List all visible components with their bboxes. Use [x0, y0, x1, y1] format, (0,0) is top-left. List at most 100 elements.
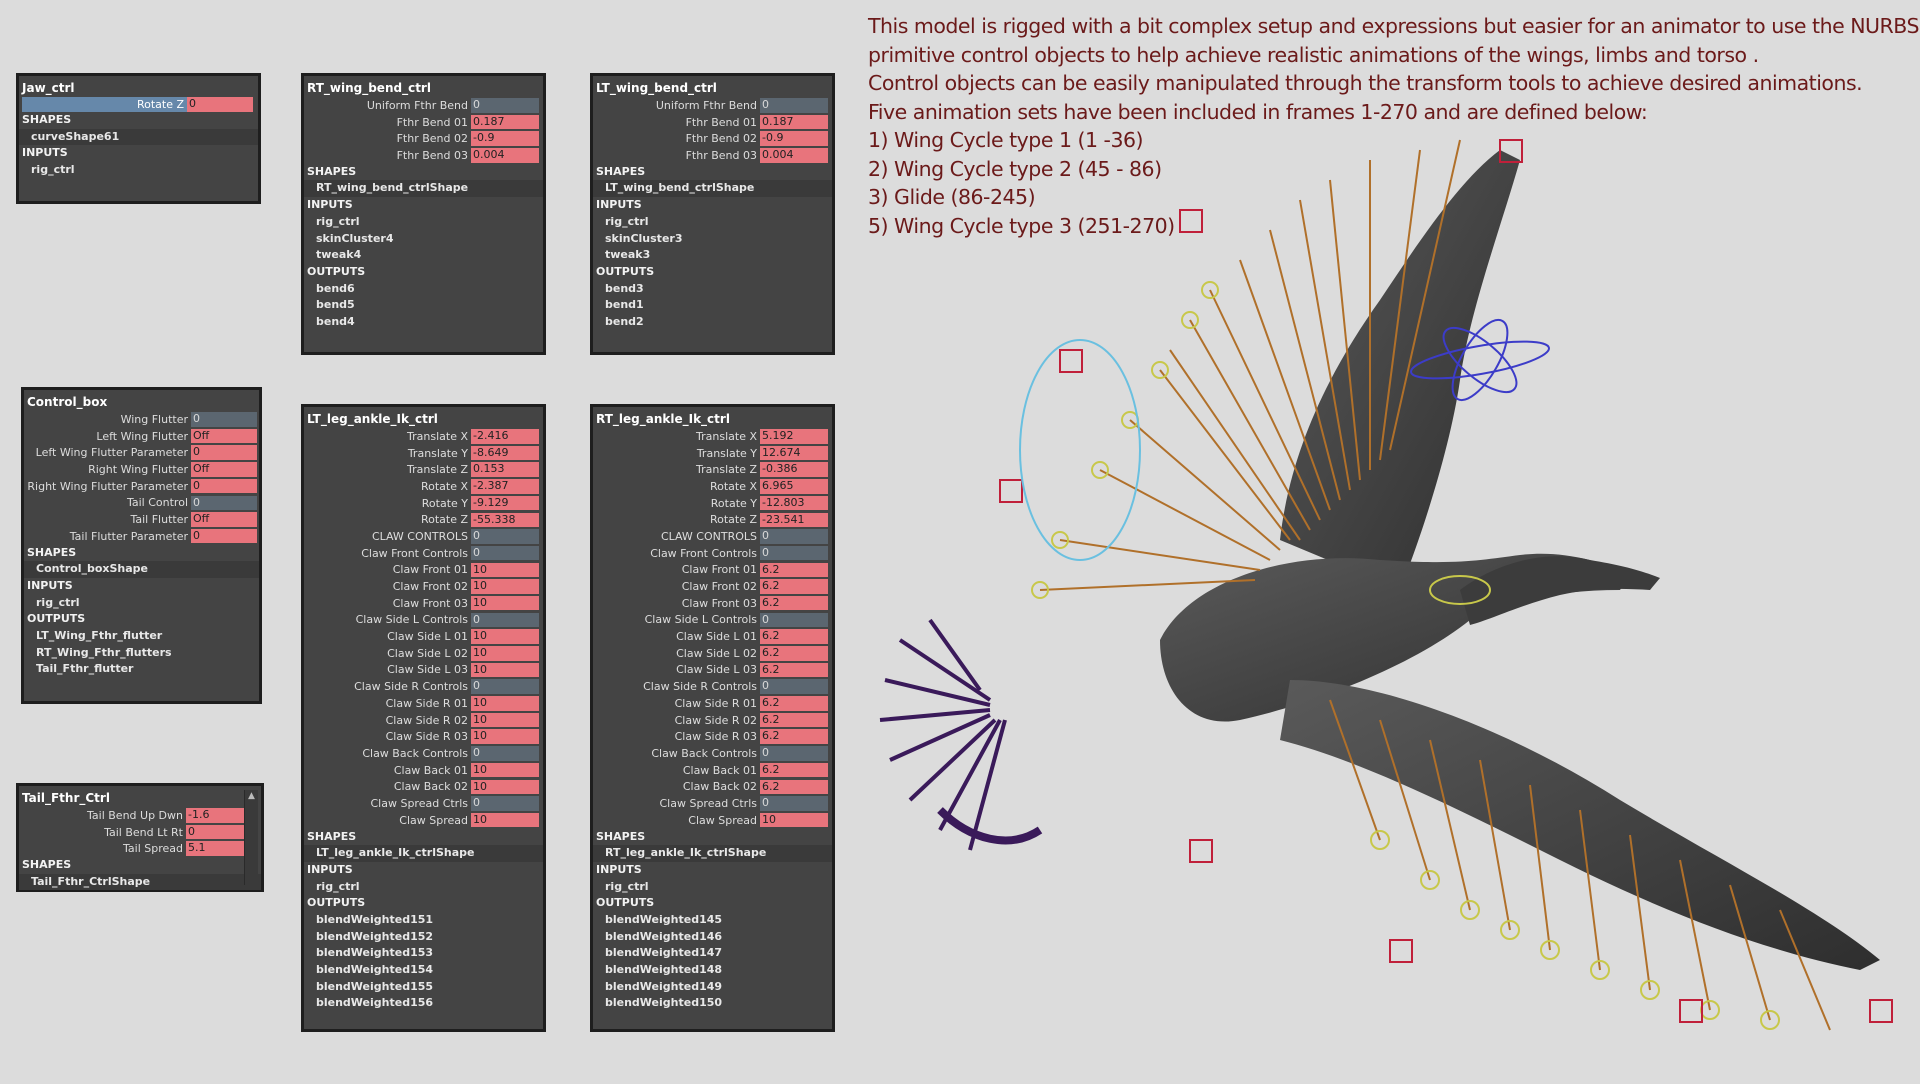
- channel-value-field[interactable]: 6.2: [760, 629, 828, 644]
- channel-label[interactable]: Claw Side R 03: [593, 730, 760, 743]
- channel-row-wing-flutter[interactable]: Wing Flutter 0: [24, 411, 259, 428]
- channel-row-claw-back-controls[interactable]: Claw Back Controls 0: [593, 745, 832, 762]
- channel-label[interactable]: Tail Flutter Parameter: [24, 530, 191, 543]
- channel-value-field[interactable]: 10: [471, 696, 539, 711]
- channel-row-claw-back-01[interactable]: Claw Back 01 10: [304, 762, 543, 779]
- channel-row-claw-front-01[interactable]: Claw Front 01 10: [304, 562, 543, 579]
- outputs-node-item[interactable]: Tail_Fthr_flutter: [24, 661, 259, 678]
- channel-label[interactable]: Translate Y: [593, 447, 760, 460]
- channel-label[interactable]: Wing Flutter: [24, 413, 191, 426]
- outputs-node-item[interactable]: LT_Wing_Fthr_flutter: [24, 628, 259, 645]
- channel-value-field[interactable]: 10: [471, 595, 539, 611]
- channel-row-claw-front-controls[interactable]: Claw Front Controls 0: [304, 545, 543, 562]
- channel-value-field[interactable]: 0.004: [471, 148, 539, 163]
- channel-value-field[interactable]: 6.2: [760, 646, 828, 661]
- channel-row-claw-side-r-02[interactable]: Claw Side R 02 10: [304, 712, 543, 729]
- channel-row-claw-side-l-02[interactable]: Claw Side L 02 10: [304, 645, 543, 662]
- channel-row-tail-flutter-parameter[interactable]: Tail Flutter Parameter 0: [24, 528, 259, 545]
- channel-label[interactable]: CLAW CONTROLS: [304, 530, 471, 543]
- channel-label[interactable]: CLAW CONTROLS: [593, 530, 760, 543]
- channel-row-claw-spread[interactable]: Claw Spread 10: [304, 812, 543, 829]
- inputs-node-item[interactable]: rig_ctrl: [304, 879, 543, 896]
- channel-value-field[interactable]: 0: [471, 612, 539, 628]
- outputs-node-item[interactable]: blendWeighted152: [304, 929, 543, 946]
- channel-row-claw-spread-ctrls[interactable]: Claw Spread Ctrls 0: [593, 795, 832, 812]
- channel-label[interactable]: Translate Z: [593, 463, 760, 476]
- channel-label[interactable]: Fthr Bend 02: [304, 132, 471, 145]
- inputs-node-item[interactable]: rig_ctrl: [593, 879, 832, 896]
- channel-label[interactable]: Claw Side R 01: [593, 697, 760, 710]
- outputs-node-item[interactable]: bend4: [304, 314, 543, 331]
- panel-title[interactable]: Tail_Fthr_Ctrl: [19, 790, 261, 807]
- channel-row-claw-front-02[interactable]: Claw Front 02 6.2: [593, 578, 832, 595]
- channel-label[interactable]: Claw Spread Ctrls: [304, 797, 471, 810]
- outputs-node-item[interactable]: bend5: [304, 297, 543, 314]
- channel-row-claw-back-02[interactable]: Claw Back 02 10: [304, 778, 543, 795]
- outputs-node-item[interactable]: blendWeighted156: [304, 995, 543, 1012]
- channel-label[interactable]: Tail Bend Up Dwn: [19, 809, 186, 822]
- channel-label[interactable]: Claw Front 02: [593, 580, 760, 593]
- channel-label[interactable]: Claw Front 02: [304, 580, 471, 593]
- channel-row-right-wing-flutter[interactable]: Right Wing Flutter Off: [24, 461, 259, 478]
- channel-label[interactable]: Right Wing Flutter: [24, 463, 191, 476]
- outputs-node-item[interactable]: blendWeighted149: [593, 979, 832, 996]
- channel-row-claw-side-r-controls[interactable]: Claw Side R Controls 0: [304, 678, 543, 695]
- channel-row-tail-flutter[interactable]: Tail Flutter Off: [24, 511, 259, 528]
- channel-value-field[interactable]: 0: [471, 746, 539, 761]
- channel-row-translate-y[interactable]: Translate Y -8.649: [304, 445, 543, 462]
- channel-row-left-wing-flutter[interactable]: Left Wing Flutter Off: [24, 428, 259, 445]
- channel-row-rotate-z[interactable]: Rotate Z -55.338: [304, 511, 543, 528]
- channel-value-field[interactable]: 0: [760, 746, 828, 761]
- channel-value-field[interactable]: -8.649: [471, 445, 539, 461]
- channel-label[interactable]: Rotate X: [593, 480, 760, 493]
- outputs-node-item[interactable]: bend6: [304, 281, 543, 298]
- channel-row-claw-side-l-controls[interactable]: Claw Side L Controls 0: [304, 612, 543, 629]
- channel-value-field[interactable]: 0.187: [471, 114, 539, 130]
- shapes-node-item[interactable]: LT_wing_bend_ctrlShape: [593, 180, 832, 198]
- channel-row-fthr-bend-02[interactable]: Fthr Bend 02 -0.9: [304, 130, 543, 147]
- channel-value-field[interactable]: 0: [760, 612, 828, 628]
- inputs-node-item[interactable]: skinCluster4: [304, 231, 543, 248]
- channel-value-field[interactable]: 6.965: [760, 479, 828, 494]
- channel-row-rotate-y[interactable]: Rotate Y -9.129: [304, 495, 543, 512]
- channel-row-rotate-y[interactable]: Rotate Y -12.803: [593, 495, 832, 512]
- channel-row-claw-back-02[interactable]: Claw Back 02 6.2: [593, 778, 832, 795]
- channel-label[interactable]: Translate Y: [304, 447, 471, 460]
- channel-value-field[interactable]: 10: [471, 762, 539, 778]
- channel-value-field[interactable]: 0: [760, 796, 828, 811]
- channel-label[interactable]: Fthr Bend 01: [593, 116, 760, 129]
- channel-value-field[interactable]: 0: [191, 412, 257, 427]
- channel-value-field[interactable]: 6.2: [760, 779, 828, 795]
- channel-label[interactable]: Claw Side L 02: [304, 647, 471, 660]
- channel-row-claw-side-r-03[interactable]: Claw Side R 03 10: [304, 728, 543, 745]
- channel-value-field[interactable]: 10: [471, 712, 539, 728]
- channel-value-field[interactable]: -12.803: [760, 495, 828, 511]
- panel-title[interactable]: LT_wing_bend_ctrl: [593, 80, 832, 97]
- channel-label[interactable]: Translate X: [593, 430, 760, 443]
- channel-label[interactable]: Claw Side L 03: [593, 663, 760, 676]
- channel-value-field[interactable]: 0: [471, 796, 539, 811]
- channel-label[interactable]: Claw Front 03: [304, 597, 471, 610]
- channel-value-field[interactable]: 6.2: [760, 595, 828, 611]
- outputs-node-item[interactable]: blendWeighted154: [304, 962, 543, 979]
- channel-row-claw-side-r-03[interactable]: Claw Side R 03 6.2: [593, 728, 832, 745]
- channel-label[interactable]: Claw Side R Controls: [593, 680, 760, 693]
- channel-label[interactable]: Claw Side R 02: [304, 714, 471, 727]
- outputs-node-item[interactable]: blendWeighted148: [593, 962, 832, 979]
- channel-row-claw-front-03[interactable]: Claw Front 03 10: [304, 595, 543, 612]
- channel-value-field[interactable]: 0: [471, 545, 539, 561]
- channel-label[interactable]: Rotate X: [304, 480, 471, 493]
- channel-row-uniform-fthr-bend[interactable]: Uniform Fthr Bend 0: [593, 97, 832, 114]
- shapes-node-item[interactable]: Tail_Fthr_CtrlShape: [19, 873, 261, 891]
- outputs-node-item[interactable]: bend2: [593, 314, 832, 331]
- channel-label[interactable]: Translate Z: [304, 463, 471, 476]
- channel-value-field[interactable]: 10: [471, 646, 539, 661]
- channel-value-field[interactable]: Off: [191, 512, 257, 527]
- channel-value-field[interactable]: 0: [471, 98, 539, 113]
- outputs-node-item[interactable]: bend1: [593, 297, 832, 314]
- channel-value-field[interactable]: -1.6: [186, 808, 252, 823]
- 3d-viewport[interactable]: [860, 120, 1920, 1080]
- channel-value-field[interactable]: 0.004: [760, 148, 828, 163]
- channel-label[interactable]: Fthr Bend 01: [304, 116, 471, 129]
- channel-label[interactable]: Claw Side L 02: [593, 647, 760, 660]
